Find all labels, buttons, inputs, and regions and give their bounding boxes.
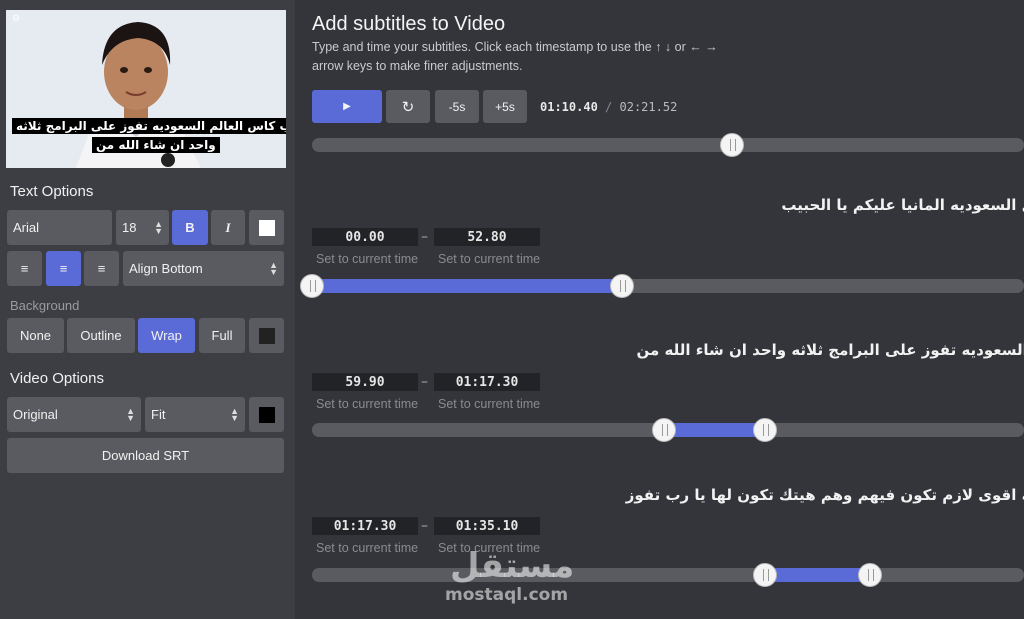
video-subtitle-line-1: ملعب كاس العالم السعوديه تفوز على البرام… bbox=[12, 118, 286, 134]
restart-button[interactable]: ↻ bbox=[386, 90, 430, 123]
range-start-handle[interactable] bbox=[753, 563, 777, 587]
video-color-swatch bbox=[258, 406, 275, 423]
background-none-label: None bbox=[19, 328, 52, 343]
watermark-arabic: مستقل bbox=[450, 546, 575, 586]
video-options-title: Video Options bbox=[10, 370, 104, 387]
range-end-handle[interactable] bbox=[858, 563, 882, 587]
font-select[interactable]: Arial bbox=[7, 210, 112, 245]
video-subtitle-line-2: واحد ان شاء الله من bbox=[92, 137, 220, 153]
italic-label: I bbox=[225, 219, 231, 235]
video-size-select[interactable]: Original ▲ ▼ bbox=[7, 397, 141, 432]
watermark-latin: mostaql.com bbox=[445, 585, 569, 605]
back-5s-label: -5s bbox=[448, 99, 466, 114]
background-title: Background bbox=[10, 298, 80, 313]
restart-icon: ↻ bbox=[401, 98, 415, 116]
bold-label: B bbox=[185, 220, 195, 235]
subtitle-text[interactable]: ديه اقوى لازم تكون فيهم وهم هيتك تكون له… bbox=[626, 486, 1024, 504]
description-line-2: arrow keys to make finer adjustments. bbox=[312, 59, 523, 73]
background-outline-button[interactable]: Outline bbox=[67, 318, 135, 353]
subtitle-text[interactable]: م السعوديه تفوز على البرامج ثلاثه واحد ا… bbox=[637, 341, 1024, 359]
total-time: 02:21.52 bbox=[619, 100, 678, 114]
background-color-button[interactable] bbox=[249, 318, 284, 353]
align-right-button[interactable]: ≡ bbox=[84, 251, 119, 286]
range-start-handle[interactable] bbox=[652, 418, 676, 442]
background-wrap-label: Wrap bbox=[151, 328, 182, 343]
align-center-button[interactable]: ≡ bbox=[46, 251, 81, 286]
forward-5s-button[interactable]: +5s bbox=[483, 90, 527, 123]
background-wrap-button[interactable]: Wrap bbox=[138, 318, 195, 353]
align-right-icon: ≡ bbox=[97, 261, 106, 276]
subtitle-text[interactable]: ول السعوديه المانيا عليكم يا الحبيب bbox=[781, 196, 1024, 214]
subtitle-end-time[interactable]: 52.80 bbox=[434, 228, 540, 246]
align-center-icon: ≡ bbox=[59, 261, 68, 276]
italic-button[interactable]: I bbox=[211, 210, 245, 245]
vertical-align-value: Align Bottom bbox=[129, 261, 203, 276]
playhead-handle[interactable] bbox=[720, 133, 744, 157]
align-left-button[interactable]: ≡ bbox=[7, 251, 42, 286]
back-5s-button[interactable]: -5s bbox=[435, 90, 479, 123]
editor-panel: Add subtitles to Video Type and time you… bbox=[295, 0, 1024, 619]
set-end-current-link[interactable]: Set to current time bbox=[438, 397, 540, 411]
subtitle-range-fill bbox=[765, 568, 870, 582]
range-end-handle[interactable] bbox=[610, 274, 634, 298]
options-panel: ⚙ ملعب كاس العالم السعوديه تفوز على البر… bbox=[0, 0, 295, 619]
subtitle-start-time[interactable]: 59.90 bbox=[312, 373, 418, 391]
background-full-label: Full bbox=[211, 328, 233, 343]
video-fit-select[interactable]: Fit ▲ ▼ bbox=[145, 397, 245, 432]
video-preview[interactable]: ⚙ ملعب كاس العالم السعوديه تفوز على البر… bbox=[6, 10, 286, 168]
bold-button[interactable]: B bbox=[172, 210, 208, 245]
background-none-button[interactable]: None bbox=[7, 318, 64, 353]
video-size-value: Original bbox=[13, 407, 58, 422]
subtitle-end-time[interactable]: 01:35.10 bbox=[434, 517, 540, 535]
set-end-current-link[interactable]: Set to current time bbox=[438, 252, 540, 266]
playhead-track[interactable] bbox=[312, 138, 1024, 152]
text-options-title: Text Options bbox=[10, 183, 94, 200]
background-full-button[interactable]: Full bbox=[199, 318, 245, 353]
text-color-swatch bbox=[258, 219, 275, 236]
page-title: Add subtitles to Video bbox=[312, 13, 506, 35]
time-range-dash: – bbox=[421, 518, 428, 534]
subtitle-range-track[interactable] bbox=[312, 568, 1024, 582]
current-time: 01:10.40 bbox=[540, 100, 598, 114]
updown-icon: ▲ ▼ bbox=[230, 405, 239, 423]
time-range-dash: – bbox=[421, 229, 428, 245]
range-start-handle[interactable] bbox=[300, 274, 324, 298]
background-outline-label: Outline bbox=[80, 328, 122, 343]
time-separator: / bbox=[605, 100, 613, 114]
play-icon: ▶ bbox=[343, 101, 351, 112]
range-end-handle[interactable] bbox=[753, 418, 777, 442]
settings-dot-icon: ⚙ bbox=[12, 14, 21, 24]
background-color-swatch bbox=[258, 327, 275, 344]
updown-icon: ▲ ▼ bbox=[126, 405, 135, 423]
updown-icon: ▲ ▼ bbox=[154, 218, 163, 236]
time-range-dash: – bbox=[421, 374, 428, 390]
font-select-value: Arial bbox=[13, 220, 40, 235]
vertical-align-select[interactable]: Align Bottom ▲ ▼ bbox=[123, 251, 284, 286]
align-left-icon: ≡ bbox=[20, 261, 29, 276]
subtitle-start-time[interactable]: 00.00 bbox=[312, 228, 418, 246]
subtitle-range-fill bbox=[664, 423, 766, 437]
download-srt-label: Download SRT bbox=[101, 448, 190, 463]
text-color-button[interactable] bbox=[249, 210, 284, 245]
time-readout: 01:10.40 / 02:21.52 bbox=[540, 100, 677, 114]
subtitle-range-fill bbox=[312, 279, 620, 293]
font-size-value: 18 bbox=[122, 220, 137, 235]
description-line-1: Type and time your subtitles. Click each… bbox=[312, 40, 718, 54]
download-srt-button[interactable]: Download SRT bbox=[7, 438, 284, 473]
set-start-current-link[interactable]: Set to current time bbox=[316, 541, 418, 555]
set-start-current-link[interactable]: Set to current time bbox=[316, 397, 418, 411]
updown-icon: ▲ ▼ bbox=[269, 259, 278, 277]
video-color-button[interactable] bbox=[249, 397, 284, 432]
play-button[interactable]: ▶ bbox=[312, 90, 382, 123]
video-fit-value: Fit bbox=[151, 407, 166, 422]
subtitle-end-time[interactable]: 01:17.30 bbox=[434, 373, 540, 391]
subtitle-start-time[interactable]: 01:17.30 bbox=[312, 517, 418, 535]
forward-5s-label: +5s bbox=[495, 99, 515, 114]
set-start-current-link[interactable]: Set to current time bbox=[316, 252, 418, 266]
font-size-select[interactable]: 18 ▲ ▼ bbox=[116, 210, 169, 245]
